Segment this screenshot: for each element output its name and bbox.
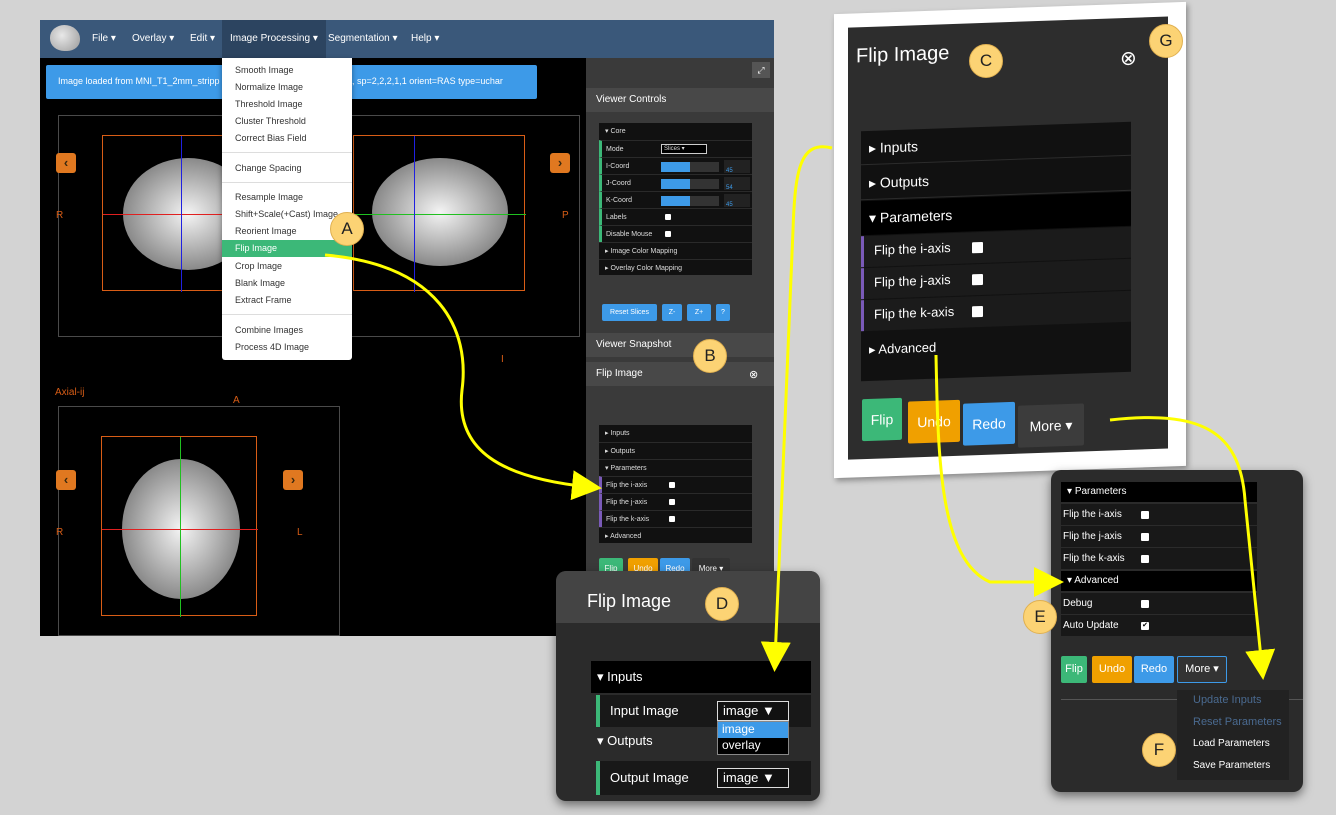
arrow-c-to-d [760, 145, 833, 672]
badge-c: C [969, 44, 1003, 78]
badge-e: E [1023, 600, 1057, 634]
badge-g: G [1149, 24, 1183, 58]
arrow-a-to-panel [324, 253, 602, 501]
badge-d: D [705, 587, 739, 621]
badge-b: B [693, 339, 727, 373]
badge-f: F [1142, 733, 1176, 767]
arrow-advanced-to-e [934, 354, 1064, 597]
callout-arrows [324, 145, 1276, 680]
arrow-more-to-f [1109, 416, 1276, 680]
badge-a: A [330, 212, 364, 246]
